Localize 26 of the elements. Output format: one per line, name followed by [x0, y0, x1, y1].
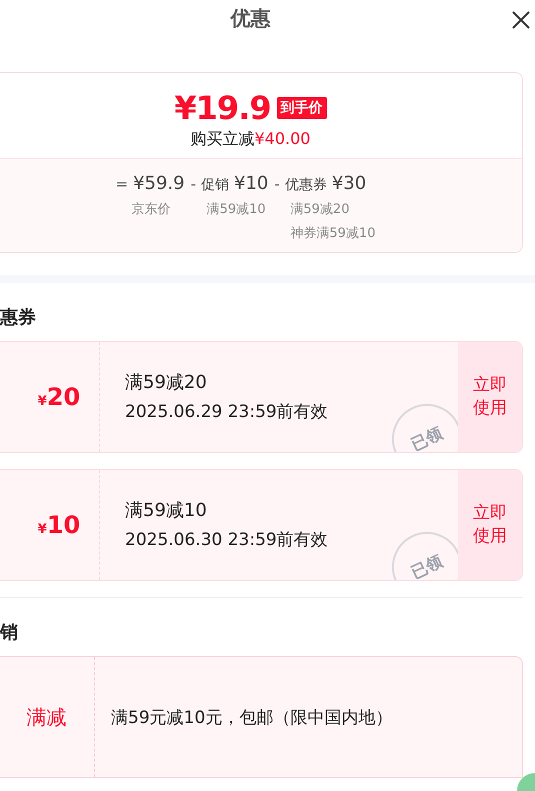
operator: -: [190, 175, 196, 193]
breakdown-label: 优惠券: [284, 176, 327, 194]
coupon-condition: 满59减20: [125, 371, 208, 394]
breakdown-note: 京东价: [130, 201, 172, 218]
breakdown-amount: ¥59.9: [133, 173, 185, 194]
coupon-amount: ¥20: [36, 383, 80, 411]
breakdown-note: 神券满59减10: [289, 225, 376, 242]
breakdown-note: 满59减10: [206, 201, 267, 218]
use-now-button[interactable]: 立即使用: [458, 470, 522, 580]
coupon-condition: 满59减10: [125, 499, 208, 522]
coupon-amount: ¥10: [36, 511, 80, 539]
promo-tag: 满减: [6, 704, 66, 730]
coupon-validity: 2025.06.30 23:59前有效: [125, 529, 329, 551]
coupon-validity: 2025.06.29 23:59前有效: [125, 401, 329, 423]
breakdown-note: 满59减20: [289, 201, 350, 218]
operator: =: [116, 175, 128, 193]
breakdown-amount: ¥10: [234, 173, 268, 194]
saving-text: 购买立减¥40.00: [190, 129, 310, 150]
breakdown-amount: ¥30: [332, 173, 366, 194]
breakdown-label: 促销: [201, 176, 230, 194]
price-tag: 到手价: [276, 97, 327, 119]
final-price: ¥19.9: [174, 89, 271, 127]
operator: -: [274, 175, 280, 193]
dialog-title: 优惠: [230, 4, 270, 32]
promo-text: 满59元减10元，包邮（限中国内地）: [111, 706, 392, 728]
use-now-button[interactable]: 立即使用: [458, 342, 522, 452]
